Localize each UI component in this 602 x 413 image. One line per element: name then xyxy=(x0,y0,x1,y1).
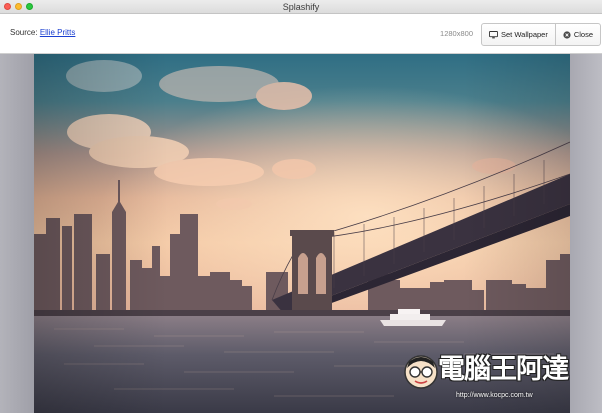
title-bar: Splashify xyxy=(0,0,602,14)
close-button[interactable]: Close xyxy=(554,24,600,45)
window-title: Splashify xyxy=(282,2,320,12)
source-label: Source: xyxy=(10,28,38,37)
app-window: Splashify Source: Ellie Pritts 1280x800 … xyxy=(0,0,602,413)
close-circle-icon xyxy=(563,30,571,39)
photo-source: Source: Ellie Pritts xyxy=(10,28,75,38)
wallpaper-preview: 電腦王阿達 http://www.kocpc.com.tw xyxy=(0,54,602,413)
toolbar: Source: Ellie Pritts 1280x800 Set Wallpa… xyxy=(0,14,602,54)
set-wallpaper-label: Set Wallpaper xyxy=(501,30,548,39)
watermark-text: 電腦王阿達 xyxy=(438,354,569,385)
set-wallpaper-button[interactable]: Set Wallpaper xyxy=(482,24,555,45)
watermark-url: http://www.kocpc.com.tw xyxy=(456,392,533,399)
resolution-label: 1280x800 xyxy=(440,29,473,38)
source-author-link[interactable]: Ellie Pritts xyxy=(40,28,76,37)
preview-side-panel-right xyxy=(570,54,602,413)
preview-side-panel-left xyxy=(0,54,34,413)
close-label: Close xyxy=(573,30,594,39)
watermark-mascot-logo xyxy=(404,355,438,389)
action-button-group: Set Wallpaper Close xyxy=(481,23,602,46)
monitor-icon xyxy=(489,30,498,38)
